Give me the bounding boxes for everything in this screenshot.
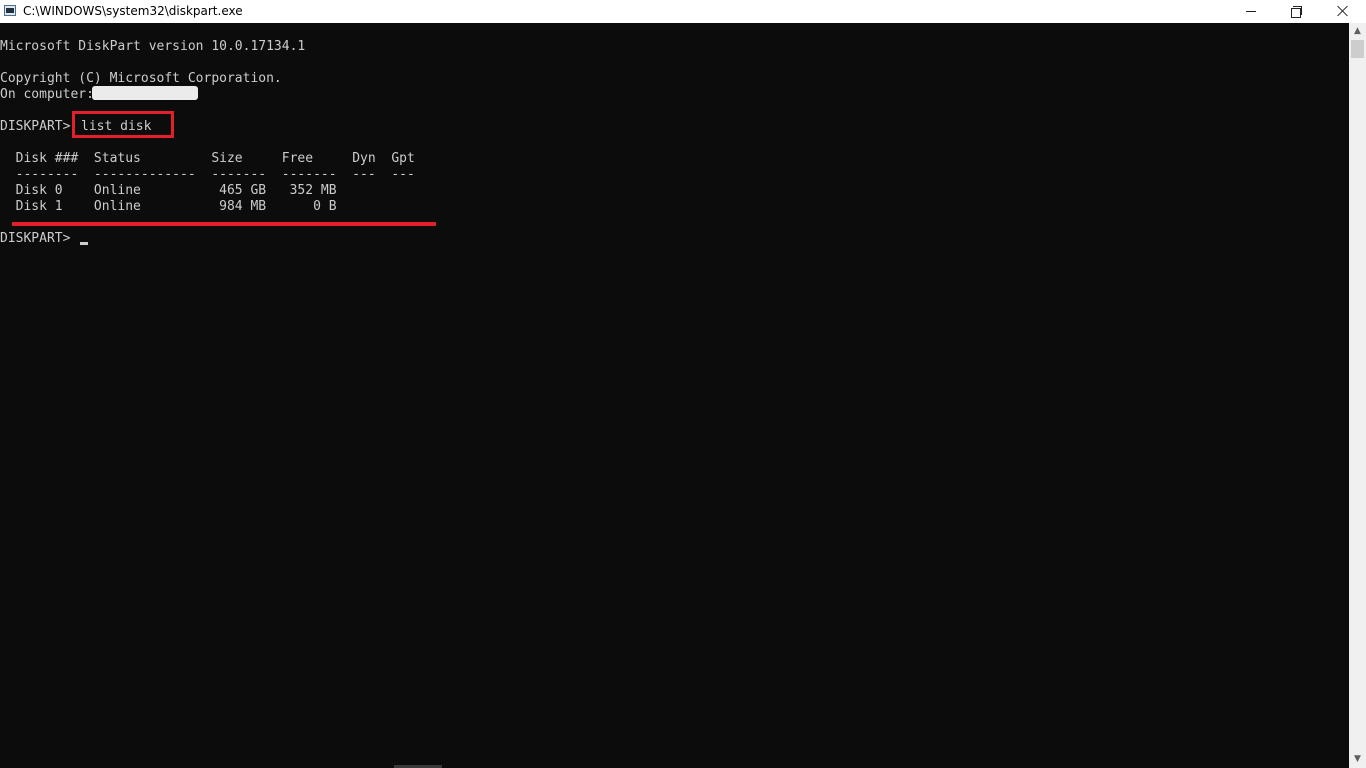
command-prompt: DISKPART> xyxy=(0,119,79,134)
console-app-icon[interactable] xyxy=(4,5,16,16)
copyright-line: Copyright (C) Microsoft Corporation. xyxy=(0,71,282,86)
restore-icon xyxy=(1291,6,1303,18)
table-highlight-underline xyxy=(12,222,436,226)
version-line: Microsoft DiskPart version 10.0.17134.1 xyxy=(0,39,306,54)
vertical-scrollbar[interactable]: ▲ ▼ xyxy=(1349,23,1366,768)
close-button[interactable] xyxy=(1320,0,1366,23)
disk-table-header: Disk ### Status Size Free Dyn Gpt xyxy=(0,151,415,166)
scrollbar-thumb[interactable] xyxy=(1351,40,1364,58)
minimize-button[interactable] xyxy=(1228,0,1274,23)
text-cursor xyxy=(80,242,88,245)
computer-name-line: On computer: xyxy=(0,87,102,102)
console-output-area[interactable]: Microsoft DiskPart version 10.0.17134.1 … xyxy=(0,23,1349,768)
redacted-computer-name xyxy=(92,86,198,100)
window-title: C:\WINDOWS\system32\diskpart.exe xyxy=(23,4,243,18)
scroll-down-arrow-icon[interactable]: ▼ xyxy=(1349,751,1366,768)
diskpart-window: C:\WINDOWS\system32\diskpart.exe Microso… xyxy=(0,0,1366,768)
restore-button[interactable] xyxy=(1274,0,1320,23)
disk-table-separator: -------- ------------- ------- ------- -… xyxy=(0,167,415,182)
scroll-up-arrow-icon[interactable]: ▲ xyxy=(1349,23,1366,40)
final-prompt: DISKPART> xyxy=(0,231,79,246)
command-highlight-box xyxy=(72,111,174,138)
disk-table-row: Disk 1 Online 984 MB 0 B xyxy=(0,199,337,214)
close-icon xyxy=(1337,5,1349,17)
disk-table-row: Disk 0 Online 465 GB 352 MB xyxy=(0,183,337,198)
minimize-icon xyxy=(1246,11,1256,12)
title-bar[interactable]: C:\WINDOWS\system32\diskpart.exe xyxy=(0,0,1366,23)
